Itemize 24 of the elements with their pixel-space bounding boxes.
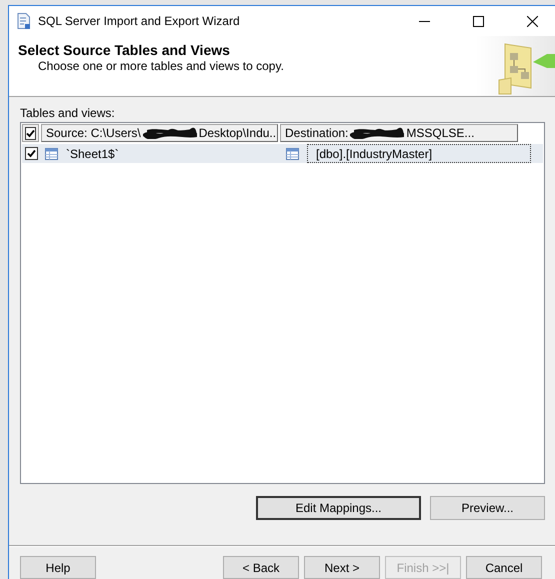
- table-cell: `Sheet1$`: [66, 146, 119, 160]
- preview-button[interactable]: Preview...: [430, 496, 545, 520]
- column-header-text: MSSQLSE...: [406, 126, 474, 140]
- help-button[interactable]: Help: [20, 556, 96, 579]
- wizard-button[interactable]: Next >: [304, 556, 380, 579]
- checkbox[interactable]: [25, 147, 38, 160]
- column-header-text: Destination:: [285, 126, 348, 140]
- column-header[interactable]: Source: C:\Users\ Desktop\Indu...: [41, 124, 278, 142]
- wizard-icon: [17, 13, 30, 29]
- wizard-button[interactable]: Cancel: [466, 556, 542, 579]
- checkbox[interactable]: [25, 126, 36, 140]
- column-header-text: Desktop\Indu...: [198, 126, 277, 140]
- table-icon: [286, 148, 299, 160]
- column-header-text: Source: C:\Users\: [46, 126, 141, 140]
- edit-mappings-button[interactable]: Edit Mappings...: [256, 496, 421, 520]
- table-cell[interactable]: [dbo].[IndustryMaster]: [307, 144, 531, 163]
- column-header[interactable]: Destination: MSSQLSE...: [280, 124, 518, 142]
- table-icon: [45, 148, 58, 160]
- page-title: Select Source Tables and Views: [18, 42, 231, 58]
- tables-label: Tables and views:: [20, 106, 115, 120]
- wizard-button[interactable]: < Back: [223, 556, 299, 579]
- page-subtitle: Choose one or more tables and views to copy.: [37, 59, 285, 73]
- table-row[interactable]: `Sheet1$` [dbo].[IndustryMaster]: [22, 144, 543, 163]
- window-title: SQL Server Import and Export Wizard: [38, 14, 241, 28]
